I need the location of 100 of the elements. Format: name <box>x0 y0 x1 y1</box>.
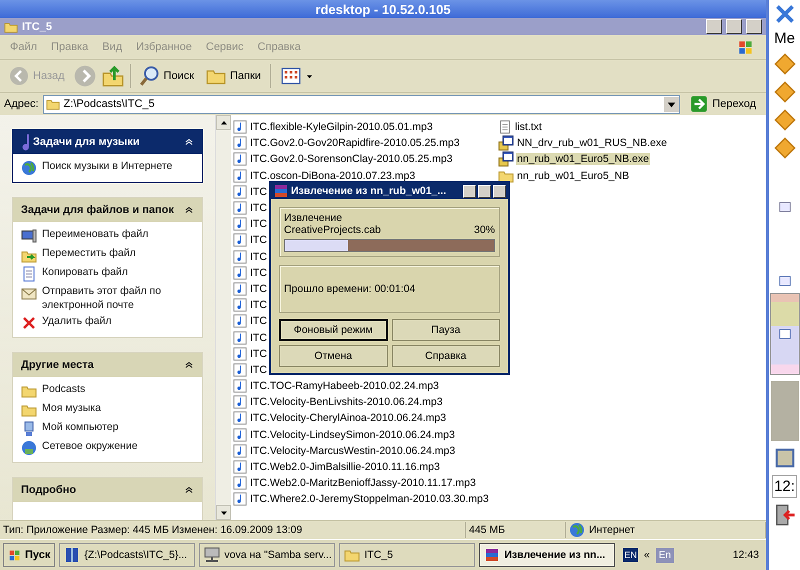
file-name[interactable]: ITC.TOC-RamyHabeeb-2010.02.24.mp3 <box>249 380 440 392</box>
task-link[interactable]: Сетевое окружение <box>21 440 196 456</box>
file-name[interactable]: ITC.Web2.0-JimBalsillie-2010.11.16.mp3 <box>249 461 441 474</box>
taskbar-button[interactable]: Извлечение из nn... <box>479 543 616 567</box>
workspace-pager[interactable] <box>770 293 800 375</box>
music-note-icon <box>233 217 247 232</box>
windows-flag-icon <box>8 548 22 562</box>
diamond-launcher-icon <box>774 81 796 103</box>
address-label: Адрес: <box>4 98 39 110</box>
window-icon <box>778 201 792 213</box>
file-name[interactable]: ITC <box>249 282 268 295</box>
music-note-icon <box>233 120 247 134</box>
file-name[interactable]: ITC.Web2.0-MaritzBenioffJassy-2010.11.17.mp3 <box>249 477 477 490</box>
search-icon <box>140 66 160 86</box>
task-link[interactable]: Мой компьютер <box>21 421 196 438</box>
file-name[interactable]: NN_drv_rub_w01_RUS_NB.exe <box>516 137 668 150</box>
music-note-icon <box>233 250 247 264</box>
file-name[interactable]: ITC <box>249 186 268 198</box>
file-name[interactable]: ITC.Velocity-CherylAinoa-2010.06.24.mp3 <box>249 412 448 424</box>
task-link[interactable]: Удалить файл <box>21 315 196 332</box>
diamond-launcher-icon <box>774 109 796 131</box>
percent-label: 30% <box>474 224 495 236</box>
dialog-button[interactable]: Фоновый режим <box>279 319 388 341</box>
clock: 12: <box>772 475 797 498</box>
file-name[interactable]: list.txt <box>514 121 543 134</box>
file-name[interactable]: ITC.Gov2.0-SorensonClay-2010.05.25.mp3 <box>249 153 454 166</box>
file-name[interactable]: ITC <box>249 299 268 312</box>
file-name[interactable]: ITC.Velocity-MarcusWestin-2010.06.24.mp3 <box>249 444 456 457</box>
arrow-right-icon <box>690 95 708 113</box>
taskbar-button[interactable]: ITC_5 <box>339 543 476 567</box>
dialog-title: Извлечение из nn_rub_w01_... <box>291 185 446 197</box>
file-name[interactable]: ITC.Where2.0-JeremyStoppelman-2010.03.30.mp3 <box>249 493 490 506</box>
start-button[interactable]: Пуск <box>3 543 56 567</box>
music-note-icon <box>233 201 247 216</box>
file-name[interactable]: ITC <box>249 234 268 246</box>
network-icon <box>21 440 37 456</box>
file-name[interactable]: ITC.Gov2.0-Gov20Rapidfire-2010.05.25.mp3 <box>249 137 461 150</box>
taskbar-button[interactable]: vova на "Samba serv... <box>199 543 336 567</box>
minimize-button[interactable] <box>706 19 722 34</box>
task-link[interactable]: Моя музыка <box>21 402 196 418</box>
diamond-launcher-icon <box>774 53 796 75</box>
views-grid-icon <box>280 66 302 86</box>
music-note-icon <box>233 266 247 280</box>
folders-button[interactable]: Папки <box>203 64 264 88</box>
maximize-button[interactable] <box>478 184 491 198</box>
music-note-icon <box>233 298 247 312</box>
file-name[interactable]: ITC <box>249 266 268 279</box>
clock: 12:43 <box>732 549 759 561</box>
status-size: 445 МБ <box>466 522 566 538</box>
dialog-button[interactable]: Справка <box>392 345 500 367</box>
music-note-icon <box>233 152 247 166</box>
address-field[interactable]: Z:\Podcasts\ITC_5 <box>42 94 680 114</box>
task-link[interactable]: Отправить этот файл по электронной почте <box>21 285 196 312</box>
file-name[interactable]: ITC <box>249 364 268 376</box>
file-name[interactable]: ITC <box>249 250 268 263</box>
window-title: rdesktop - 10.52.0.105 <box>315 2 451 16</box>
network-drive-icon <box>204 547 220 563</box>
task-link[interactable]: Переместить файл <box>21 247 196 263</box>
file-name[interactable]: ITC.oscon-DiBona-2010.07.23.mp3 <box>249 170 416 182</box>
panel-label: Me <box>774 30 795 47</box>
logout-icon <box>774 504 796 526</box>
maximize-button[interactable] <box>726 19 742 34</box>
dialog-button[interactable]: Пауза <box>392 319 500 341</box>
file-name[interactable]: ITC <box>249 332 268 344</box>
file-name[interactable]: ITC <box>249 315 268 328</box>
globe-icon <box>569 522 585 538</box>
task-link[interactable]: Копировать файл <box>21 266 196 282</box>
language-indicator[interactable]: EN <box>623 548 638 562</box>
music-note-icon <box>233 233 247 248</box>
file-name[interactable]: nn_rub_w01_Euro5_NB.exe <box>516 153 650 166</box>
file-name[interactable]: ITC.Velocity-BenLivshits-2010.06.24.mp3 <box>249 396 444 408</box>
file-name[interactable]: ITC.flexible-KyleGilpin-2010.05.01.mp3 <box>249 121 434 134</box>
task-link[interactable]: Переименовать файл <box>21 228 196 244</box>
file-name[interactable]: ITC <box>249 348 268 360</box>
window-icon <box>778 275 792 287</box>
music-note-icon <box>233 330 247 345</box>
file-name[interactable]: ITC.Velocity-LindseySimon-2010.06.24.mp3 <box>249 428 456 441</box>
music-note-icon <box>233 428 247 442</box>
music-note-icon <box>233 492 247 506</box>
close-button[interactable] <box>746 19 762 34</box>
minimize-button[interactable] <box>463 184 476 198</box>
scroll-up-icon <box>220 118 228 126</box>
delete-icon <box>21 315 37 332</box>
file-name[interactable]: ITC <box>249 218 268 230</box>
close-button[interactable] <box>493 184 506 198</box>
music-note-icon <box>233 168 247 183</box>
file-name[interactable]: ITC <box>249 202 268 214</box>
music-note-icon <box>233 379 247 394</box>
music-note-icon <box>233 411 247 426</box>
file-name[interactable]: nn_rub_w01_Euro5_NB <box>516 170 630 182</box>
tray-expand-button[interactable]: « <box>644 549 650 561</box>
music-note-icon <box>233 476 247 490</box>
taskbar-button[interactable]: {Z:\Podcasts\ITC_5}... <box>59 543 196 567</box>
folder-icon <box>46 97 60 111</box>
task-link[interactable]: Podcasts <box>21 383 196 400</box>
task-link[interactable]: Поиск музыки в Интернете <box>21 160 196 176</box>
music-note-icon <box>233 395 247 410</box>
search-button[interactable]: Поиск <box>136 64 198 88</box>
dialog-button[interactable]: Отмена <box>279 345 388 367</box>
go-button[interactable]: Переход <box>684 95 762 113</box>
